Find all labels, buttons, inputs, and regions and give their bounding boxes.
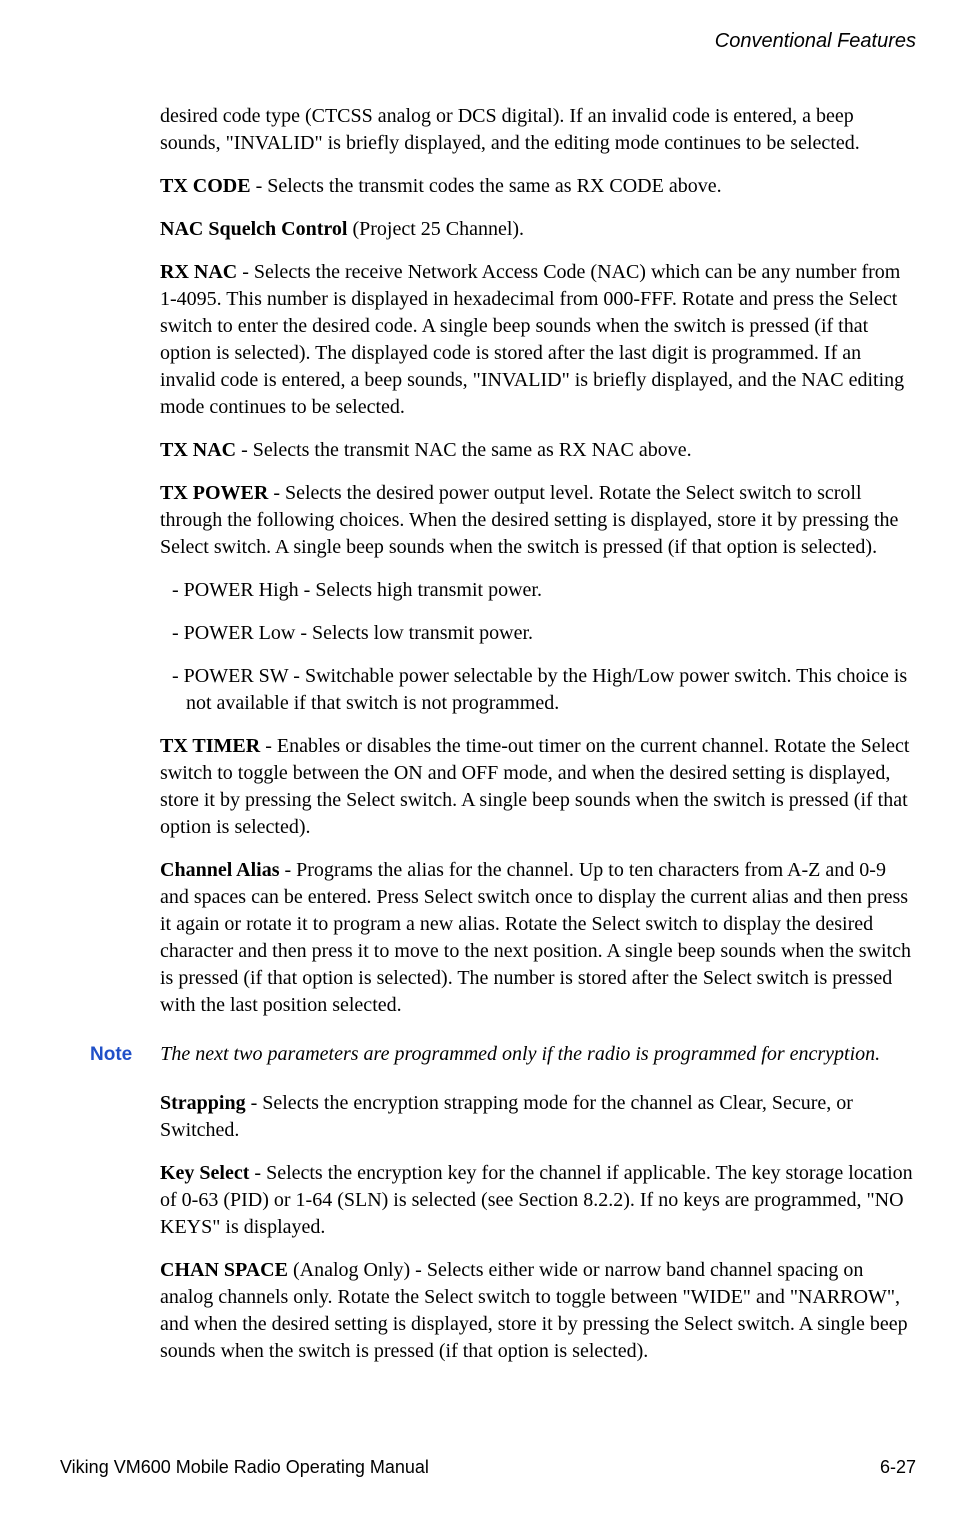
text-key-select: - Selects the encryption key for the cha… [160, 1162, 913, 1238]
text-tx-nac: - Selects the transmit NAC the same as R… [236, 439, 691, 461]
paragraph-tx-timer: TX TIMER - Enables or disables the time-… [160, 733, 916, 841]
list-item-power-sw: - POWER SW - Switchable power selectable… [160, 663, 916, 717]
paragraph-rx-nac: RX NAC - Selects the receive Network Acc… [160, 259, 916, 421]
label-tx-timer: TX TIMER [160, 735, 260, 757]
text-strapping: - Selects the encryption strapping mode … [160, 1092, 853, 1141]
paragraph-nac-squelch: NAC Squelch Control (Project 25 Channel)… [160, 216, 916, 243]
text-tx-power: - Selects the desired power output level… [160, 482, 898, 558]
text-channel-alias: - Programs the alias for the channel. Up… [160, 859, 911, 1016]
label-channel-alias: Channel Alias [160, 859, 279, 881]
body-content: desired code type (CTCSS analog or DCS d… [160, 103, 916, 1019]
footer-left: Viking VM600 Mobile Radio Operating Manu… [60, 1457, 429, 1478]
label-tx-power: TX POWER [160, 482, 268, 504]
paragraph-channel-alias: Channel Alias - Programs the alias for t… [160, 857, 916, 1019]
label-chan-space: CHAN SPACE [160, 1259, 288, 1281]
label-tx-code: TX CODE [160, 175, 251, 197]
note-text: The next two parameters are programmed o… [160, 1043, 916, 1066]
label-tx-nac: TX NAC [160, 439, 236, 461]
page-header: Conventional Features [60, 30, 916, 53]
paragraph-tx-nac: TX NAC - Selects the transmit NAC the sa… [160, 437, 916, 464]
paragraph-tx-power: TX POWER - Selects the desired power out… [160, 480, 916, 561]
label-nac-squelch: NAC Squelch Control [160, 218, 347, 240]
text-nac-squelch: (Project 25 Channel). [347, 218, 524, 240]
text-tx-code: - Selects the transmit codes the same as… [251, 175, 722, 197]
label-strapping: Strapping [160, 1092, 246, 1114]
paragraph-tx-code: TX CODE - Selects the transmit codes the… [160, 173, 916, 200]
text-rx-nac: - Selects the receive Network Access Cod… [160, 261, 904, 418]
page-footer: Viking VM600 Mobile Radio Operating Manu… [60, 1457, 916, 1478]
paragraph-intro: desired code type (CTCSS analog or DCS d… [160, 103, 916, 157]
label-key-select: Key Select [160, 1162, 249, 1184]
note-label: Note [90, 1044, 132, 1066]
paragraph-chan-space: CHAN SPACE (Analog Only) - Selects eithe… [160, 1257, 916, 1365]
list-item-power-low: - POWER Low - Selects low transmit power… [160, 620, 916, 647]
label-rx-nac: RX NAC [160, 261, 237, 283]
page: Conventional Features desired code type … [0, 0, 976, 1518]
paragraph-strapping: Strapping - Selects the encryption strap… [160, 1090, 916, 1144]
body-content-after-note: Strapping - Selects the encryption strap… [160, 1090, 916, 1365]
list-item-power-high: - POWER High - Selects high transmit pow… [160, 577, 916, 604]
paragraph-key-select: Key Select - Selects the encryption key … [160, 1160, 916, 1241]
footer-right: 6-27 [880, 1457, 916, 1478]
note-row: Note The next two parameters are program… [60, 1043, 916, 1066]
text-tx-timer: - Enables or disables the time-out timer… [160, 735, 909, 838]
